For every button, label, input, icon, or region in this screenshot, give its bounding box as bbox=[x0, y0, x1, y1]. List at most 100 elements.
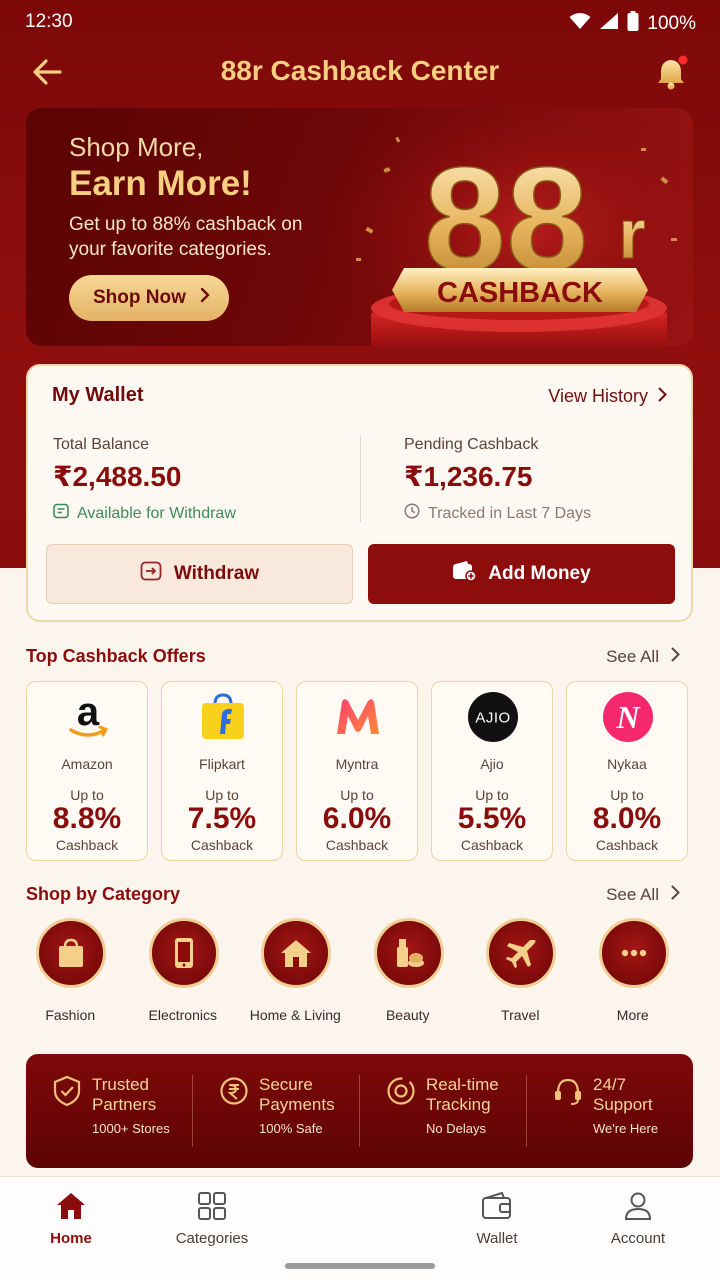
trust-badges-strip: Trusted Partners 1000+ Stores Secure Pay… bbox=[26, 1054, 693, 1168]
amazon-logo-icon: a bbox=[63, 692, 113, 742]
offer-up-to: Up to bbox=[475, 787, 509, 803]
withdraw-button[interactable]: Withdraw bbox=[46, 544, 353, 604]
nav-account[interactable]: Account bbox=[588, 1191, 688, 1247]
svg-text:AJIO: AJIO bbox=[475, 710, 510, 727]
categories-see-all-label: See All bbox=[606, 885, 659, 904]
trust-subtitle: We're Here bbox=[593, 1121, 659, 1136]
category-travel[interactable]: Travel bbox=[464, 918, 577, 1028]
offer-card-amazon[interactable]: a Amazon Up to 8.8% Cashback bbox=[26, 681, 148, 861]
category-home-living[interactable]: Home & Living bbox=[239, 918, 352, 1028]
offer-suffix: Cashback bbox=[325, 837, 389, 853]
wifi-icon bbox=[569, 12, 591, 36]
offer-card-nykaa[interactable]: N Nykaa Up to 8.0% Cashback bbox=[566, 681, 688, 861]
offer-store-name: Ajio bbox=[480, 756, 504, 772]
offer-suffix: Cashback bbox=[595, 837, 659, 853]
total-balance-amount: ₹2,488.50 bbox=[53, 461, 182, 492]
grid-icon bbox=[197, 1192, 227, 1225]
airplane-icon bbox=[486, 918, 556, 988]
badge-suffix: r bbox=[618, 195, 645, 273]
offer-store-name: Myntra bbox=[335, 756, 379, 772]
trust-subtitle: 1000+ Stores bbox=[92, 1121, 170, 1136]
myntra-logo-icon bbox=[333, 692, 383, 742]
view-history-label: View History bbox=[548, 386, 648, 406]
shop-now-button[interactable]: Shop Now bbox=[69, 275, 229, 321]
bell-icon[interactable] bbox=[652, 54, 692, 94]
shield-check-icon bbox=[52, 1075, 82, 1112]
offer-store-name: Flipkart bbox=[199, 756, 245, 772]
trust-title: Support bbox=[593, 1095, 653, 1114]
tracking-icon bbox=[386, 1075, 416, 1112]
status-bar: 12:30 100% bbox=[0, 0, 720, 44]
offer-card-ajio[interactable]: AJIO Ajio Up to 5.5% Cashback bbox=[431, 681, 553, 861]
nav-account-label: Account bbox=[610, 1230, 666, 1247]
offer-suffix: Cashback bbox=[190, 837, 254, 853]
categories-list: Fashion Electronics Home & Living Beauty… bbox=[14, 918, 704, 1028]
battery-level: 100% bbox=[647, 13, 696, 34]
nav-categories[interactable]: Categories bbox=[162, 1191, 262, 1247]
chevron-right-icon bbox=[658, 386, 667, 407]
total-balance-note: Available for Withdraw bbox=[77, 504, 236, 522]
category-fashion[interactable]: Fashion bbox=[14, 918, 127, 1028]
add-money-button[interactable]: Add Money bbox=[368, 544, 675, 604]
badge-label: CASHBACK bbox=[437, 277, 603, 309]
total-balance-label: Total Balance bbox=[53, 436, 150, 453]
offer-card-myntra[interactable]: Myntra Up to 6.0% Cashback bbox=[296, 681, 418, 861]
trust-title: Real-time bbox=[426, 1075, 499, 1094]
status-time: 12:30 bbox=[25, 11, 73, 32]
rupee-icon bbox=[219, 1075, 249, 1112]
categories-see-all-link[interactable]: See All bbox=[606, 885, 680, 905]
trust-item-support: 24/7 Support We're Here bbox=[526, 1075, 693, 1147]
trust-subtitle: 100% Safe bbox=[259, 1121, 323, 1136]
wallet-check-icon bbox=[53, 503, 69, 524]
view-history-link[interactable]: View History bbox=[548, 386, 667, 407]
cashback-trophy-illustration: 88 r CASHBACK bbox=[326, 108, 693, 346]
offer-up-to: Up to bbox=[205, 787, 239, 803]
nav-home[interactable]: Home bbox=[21, 1191, 121, 1247]
wallet-divider bbox=[360, 436, 361, 522]
offers-see-all-link[interactable]: See All bbox=[606, 647, 680, 667]
category-electronics[interactable]: Electronics bbox=[127, 918, 240, 1028]
wallet-card: My Wallet View History Total Balance ₹2,… bbox=[26, 364, 693, 622]
more-dots-icon bbox=[598, 918, 669, 988]
pending-cashback-label: Pending Cashback bbox=[404, 436, 539, 453]
trust-title: Tracking bbox=[426, 1095, 491, 1114]
battery-icon bbox=[627, 11, 639, 37]
trust-item-payments: Secure Payments 100% Safe bbox=[192, 1075, 359, 1147]
banner-line-1: Shop More, bbox=[69, 132, 204, 162]
nav-wallet-label: Wallet bbox=[476, 1230, 518, 1247]
withdraw-icon bbox=[140, 561, 162, 587]
chevron-right-icon bbox=[671, 647, 680, 667]
category-label: More bbox=[616, 1007, 649, 1023]
offer-suffix: Cashback bbox=[460, 837, 524, 853]
promo-banner[interactable]: Shop More, Earn More! Get up to 88% cash… bbox=[26, 108, 693, 346]
offer-card-flipkart[interactable]: Flipkart Up to 7.5% Cashback bbox=[161, 681, 283, 861]
nav-wallet[interactable]: Wallet bbox=[447, 1191, 547, 1247]
app-header: 88r Cashback Center bbox=[0, 44, 720, 100]
category-more[interactable]: More bbox=[577, 918, 690, 1028]
clock-icon bbox=[404, 503, 420, 524]
offers-section-title: Top Cashback Offers bbox=[26, 646, 206, 666]
trust-title: Payments bbox=[259, 1095, 335, 1114]
trust-subtitle: No Delays bbox=[426, 1121, 486, 1136]
trust-title: Trusted bbox=[92, 1075, 150, 1094]
pending-cashback-amount: ₹1,236.75 bbox=[404, 461, 533, 492]
shop-now-label: Shop Now bbox=[93, 287, 186, 308]
home-icon bbox=[55, 1193, 87, 1225]
trust-item-tracking: Real-time Tracking No Delays bbox=[359, 1075, 526, 1147]
total-balance-block: Total Balance ₹2,488.50 Available for Wi… bbox=[53, 436, 236, 524]
pending-cashback-note: Tracked in Last 7 Days bbox=[428, 504, 592, 522]
wallet-icon bbox=[481, 1191, 513, 1225]
offer-up-to: Up to bbox=[610, 787, 644, 803]
categories-section-title: Shop by Category bbox=[26, 884, 181, 904]
home-indicator bbox=[285, 1263, 435, 1269]
cosmetics-icon bbox=[373, 918, 444, 988]
offers-see-all-label: See All bbox=[606, 647, 659, 666]
ajio-logo-icon: AJIO bbox=[468, 692, 518, 742]
offer-percent: 8.0% bbox=[592, 802, 662, 835]
category-beauty[interactable]: Beauty bbox=[352, 918, 465, 1028]
signal-icon bbox=[599, 12, 619, 36]
offers-list: a Amazon Up to 8.8% Cashback Flipkart Up… bbox=[26, 681, 688, 861]
svg-text:N: N bbox=[615, 699, 641, 735]
trust-item-partners: Trusted Partners 1000+ Stores bbox=[26, 1075, 192, 1147]
trust-title: Secure bbox=[259, 1075, 313, 1094]
